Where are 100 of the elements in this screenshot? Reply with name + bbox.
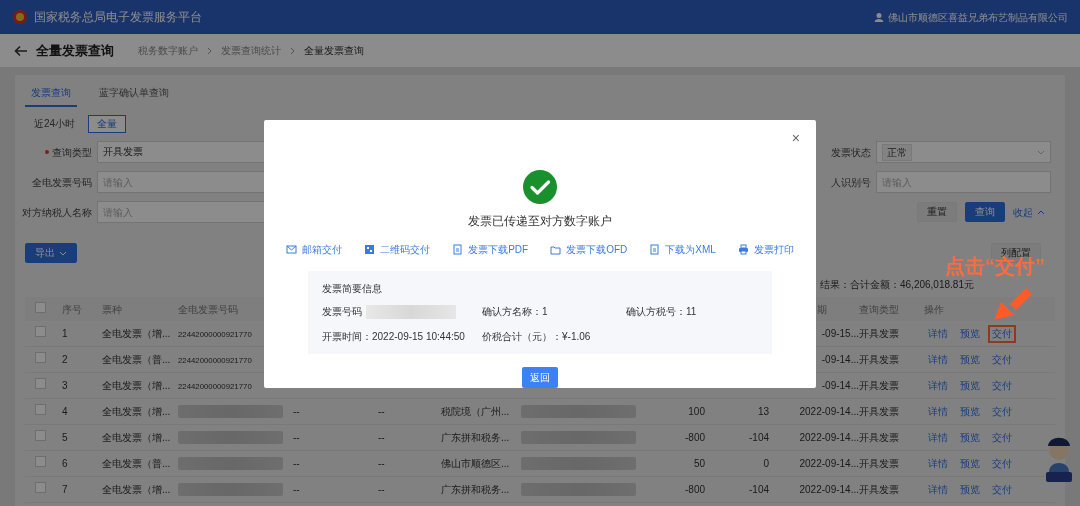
table-cell: 开具发票 (859, 406, 899, 417)
table-cell: 5 (62, 432, 68, 443)
table-cell: 全电发票（普... (102, 458, 171, 469)
row-action-link[interactable]: 交付 (988, 454, 1016, 473)
search-button[interactable]: 查询 (965, 202, 1005, 222)
table-cell: 税院境（广州... (441, 406, 510, 417)
row-action-link[interactable]: 预览 (956, 376, 984, 395)
row-action-link[interactable]: 预览 (956, 402, 984, 421)
row-action-link[interactable]: 详情 (924, 454, 952, 473)
document-icon (649, 244, 661, 255)
table-cell: -- (293, 406, 300, 417)
table-cell: 2022-09-14... (799, 458, 859, 469)
table-cell: 开具发票 (859, 484, 899, 495)
checkbox[interactable] (35, 430, 46, 441)
table-cell: 4 (62, 406, 68, 417)
reset-button[interactable]: 重置 (917, 202, 957, 222)
range-button[interactable]: 全量 (88, 115, 127, 133)
table-cell: 开具发票 (859, 432, 899, 443)
company-name: 佛山市顺德区喜益兄弟布艺制品有限公司 (888, 10, 1068, 25)
table-cell: -09-14... (821, 380, 859, 391)
table-cell: 开具发票 (859, 328, 899, 339)
field-label: 发票状态 (830, 145, 872, 160)
table-cell: 7 (62, 484, 68, 495)
row-action-link[interactable]: 交付 (988, 376, 1016, 395)
document-icon (452, 244, 464, 255)
export-button[interactable]: 导出 (25, 243, 77, 263)
row-action-link[interactable]: 交付 (988, 480, 1016, 499)
table-cell: 0 (763, 458, 769, 469)
delivery-link[interactable]: 邮箱交付 (286, 242, 343, 257)
folder-icon (550, 244, 562, 255)
delivery-link[interactable]: 发票下载OFD (550, 242, 628, 257)
table-cell: 2022-09-14... (799, 484, 859, 495)
status-select[interactable]: 正常 (876, 141, 1051, 163)
checkbox[interactable] (35, 326, 46, 337)
callout-arrow (992, 286, 1034, 322)
table-cell: 广东拼和税务... (441, 432, 510, 443)
row-action-link[interactable]: 交付 (988, 350, 1016, 369)
row-action-link[interactable]: 预览 (956, 428, 984, 447)
delivery-link[interactable]: 发票下载PDF (452, 242, 529, 257)
info-field: 确认方名称：1 (482, 304, 548, 319)
return-button[interactable]: 返回 (522, 367, 558, 388)
close-button[interactable]: × (787, 128, 804, 149)
row-action-link[interactable]: 详情 (924, 428, 952, 447)
row-action-link[interactable]: 预览 (956, 324, 984, 343)
page-title: 全量发票查询 (36, 41, 114, 60)
delivery-link[interactable]: 发票打印 (737, 242, 794, 257)
delivery-link[interactable]: 二维码交付 (364, 242, 431, 257)
info-heading: 发票简要信息 (322, 282, 383, 296)
row-action-link[interactable]: 详情 (924, 402, 952, 421)
caret-icon (59, 250, 67, 256)
back-arrow-icon[interactable] (14, 44, 28, 57)
table-cell: -09-14... (821, 354, 859, 365)
table-cell: 开具发票 (859, 458, 899, 469)
collapse-link[interactable]: 收起 (1013, 204, 1045, 220)
info-field: 价税合计（元）：¥-1.06 (482, 329, 591, 344)
table-cell: 广东拼和税务... (441, 484, 510, 495)
row-action-link[interactable]: 预览 (956, 454, 984, 473)
row-action-link[interactable]: 详情 (924, 324, 952, 343)
table-cell: 开具发票 (859, 354, 899, 365)
table-cell: -- (378, 432, 385, 443)
row-action-link[interactable]: 详情 (924, 350, 952, 369)
row-action-link[interactable]: 交付 (988, 324, 1016, 343)
row-action-link[interactable]: 详情 (924, 376, 952, 395)
checkbox[interactable] (35, 404, 46, 415)
checkbox[interactable] (35, 482, 46, 493)
checkbox[interactable] (35, 378, 46, 389)
checkbox[interactable] (35, 352, 46, 363)
field-label: 全电发票号码 (32, 175, 92, 190)
row-action-link[interactable]: 详情 (924, 480, 952, 499)
success-check-icon (523, 170, 557, 204)
checkbox[interactable] (35, 301, 46, 313)
summary-text: 结果：合计金额：46,206,018.81元 (820, 277, 974, 292)
row-action-link[interactable]: 交付 (988, 428, 1016, 447)
info-field: 开票时间：2022-09-15 10:44:50 (322, 329, 465, 344)
table-cell: -- (293, 458, 300, 469)
table-cell: 全电发票（增... (102, 380, 171, 391)
row-action-link[interactable]: 交付 (988, 402, 1016, 421)
checkbox[interactable] (35, 456, 46, 467)
table-cell: 全电发票（普... (102, 354, 171, 365)
table-cell: 全电发票（增... (102, 432, 171, 443)
emblem-icon (12, 9, 28, 25)
qr-code-icon (364, 244, 376, 255)
delivery-link[interactable]: 下载为XML (649, 242, 716, 257)
field-label: 人识别号 (830, 175, 872, 190)
chevron-icon (289, 46, 296, 55)
row-action-link[interactable]: 预览 (956, 350, 984, 369)
tab[interactable]: 发票查询 (25, 79, 77, 107)
breadcrumb-link[interactable]: 税务数字账户 (138, 43, 198, 58)
platform-title: 国家税务总局电子发票服务平台 (34, 9, 202, 26)
row-action-link[interactable]: 预览 (956, 480, 984, 499)
table-cell: -- (378, 406, 385, 417)
table-cell: 2022-09-14... (799, 432, 859, 443)
tab[interactable]: 蓝字确认单查询 (93, 79, 175, 107)
table-cell: 全电发票（增... (102, 406, 171, 417)
table-cell: 全电发票（增... (102, 484, 171, 495)
table-cell: -- (293, 484, 300, 495)
range-button[interactable]: 近24小时 (25, 115, 85, 133)
printer-icon (737, 244, 749, 255)
info-field: 确认方税号：11 (626, 304, 697, 319)
table-cell: 佛山市顺德区... (441, 458, 510, 469)
